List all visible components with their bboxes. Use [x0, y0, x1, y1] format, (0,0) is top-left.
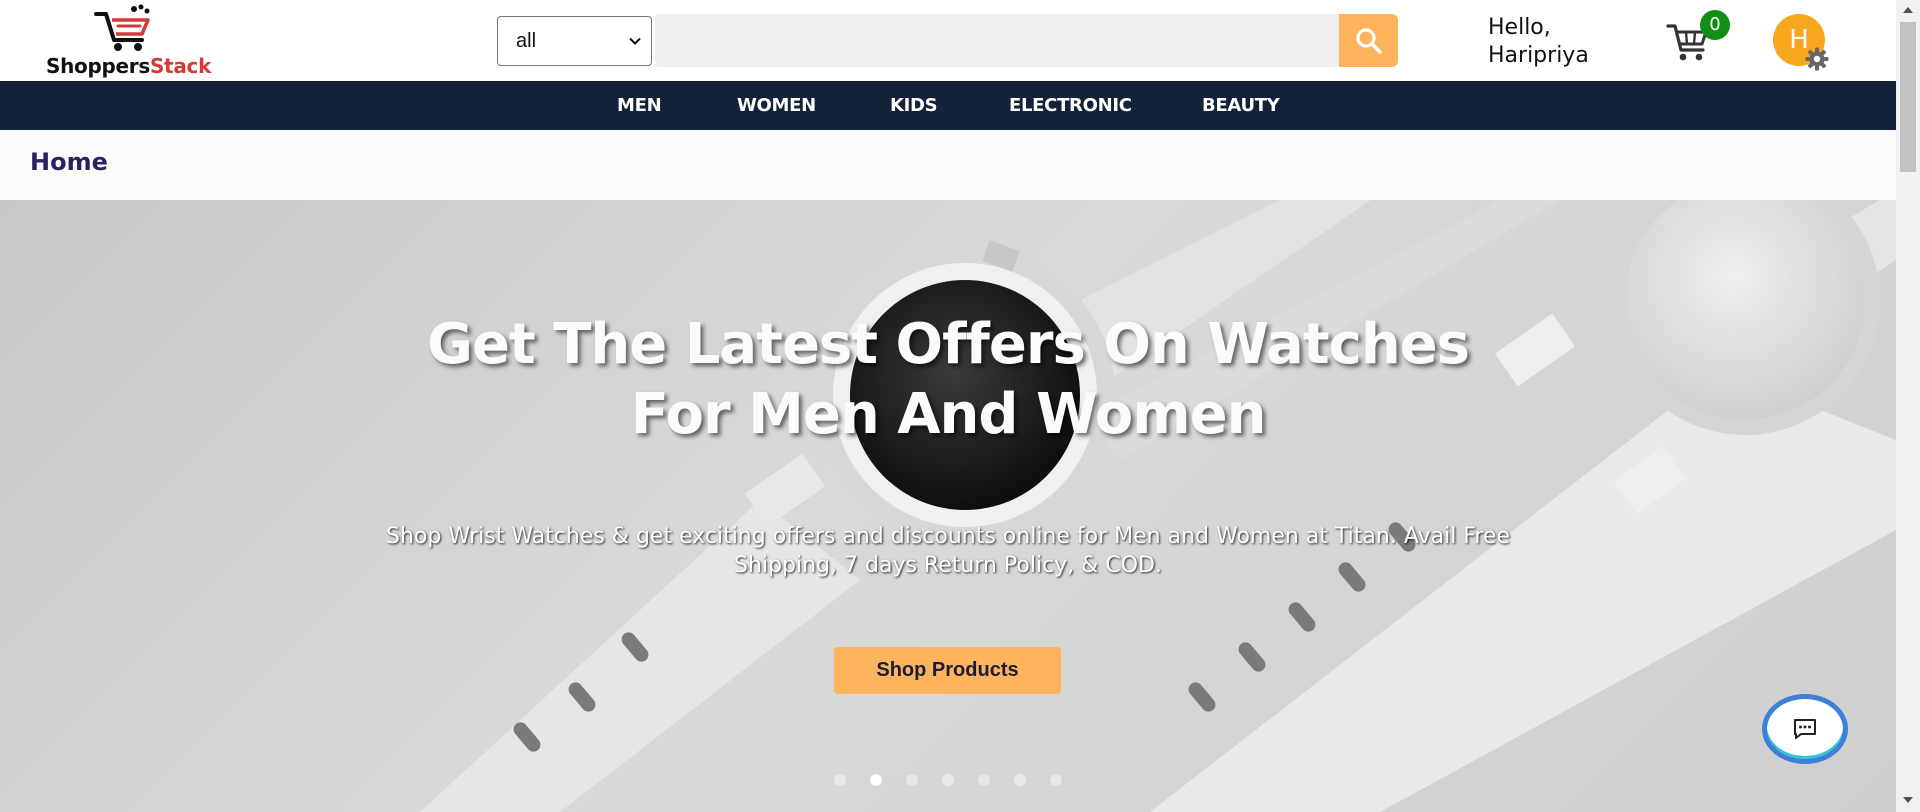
cart-button[interactable]: 0	[1666, 10, 1730, 64]
nav-item-kids[interactable]: KIDS	[890, 81, 938, 130]
gear-icon[interactable]	[1804, 46, 1830, 72]
carousel-indicators	[834, 772, 1064, 788]
search-button[interactable]	[1339, 14, 1398, 67]
hero-subtitle: Shop Wrist Watches & get exciting offers…	[386, 524, 1510, 578]
greeting-line-1: Hello,	[1488, 15, 1551, 40]
category-nav: MEN WOMEN KIDS ELECTRONIC BEAUTY	[0, 81, 1896, 130]
search-input[interactable]	[655, 14, 1339, 67]
carousel-dot-3[interactable]	[906, 774, 918, 786]
scroll-down-arrow-icon[interactable]	[1896, 790, 1920, 810]
watch-banner-image	[420, 200, 1896, 812]
category-select[interactable]: all	[497, 16, 652, 66]
chevron-down-icon	[629, 37, 641, 45]
nav-item-women[interactable]: WOMEN	[737, 81, 816, 130]
top-header: ShoppersStack all Hello, Haripriya 0 H	[0, 0, 1896, 81]
carousel-dot-5[interactable]	[978, 774, 990, 786]
carousel-dot-4[interactable]	[942, 774, 954, 786]
breadcrumb-home[interactable]: Home	[30, 148, 108, 176]
nav-item-electronic[interactable]: ELECTRONIC	[1009, 81, 1132, 130]
category-select-value: all	[516, 30, 537, 52]
breadcrumb: Home	[0, 130, 1896, 200]
nav-item-men[interactable]: MEN	[617, 81, 662, 130]
search-icon	[1355, 27, 1382, 54]
hero-carousel: Get The Latest Offers On Watches For Men…	[0, 200, 1896, 812]
user-greeting: Hello, Haripriya	[1488, 14, 1589, 70]
carousel-dot-7[interactable]	[1050, 774, 1062, 786]
nav-item-beauty[interactable]: BEAUTY	[1202, 81, 1280, 130]
logo-text: ShoppersStack	[46, 54, 211, 78]
vertical-scrollbar[interactable]	[1896, 0, 1920, 812]
shop-products-button[interactable]: Shop Products	[834, 647, 1061, 694]
chat-icon	[1794, 719, 1816, 739]
cart-count-badge: 0	[1700, 10, 1730, 40]
carousel-dot-1[interactable]	[834, 774, 846, 786]
greeting-username: Haripriya	[1488, 43, 1589, 68]
logo-text-stack: Stack	[149, 54, 212, 78]
page: ShoppersStack all Hello, Haripriya 0 H M…	[0, 0, 1896, 812]
logo-text-shoppers: Shoppers	[46, 54, 150, 78]
scrollbar-thumb[interactable]	[1900, 22, 1916, 172]
hero-title: Get The Latest Offers On Watches For Men…	[426, 312, 1470, 447]
carousel-dot-6[interactable]	[1014, 774, 1026, 786]
carousel-dot-2[interactable]	[870, 774, 882, 786]
logo[interactable]: ShoppersStack	[44, 4, 224, 78]
logo-cart-icon	[94, 4, 150, 51]
chat-button[interactable]	[1762, 694, 1848, 764]
scroll-up-arrow-icon[interactable]	[1896, 0, 1920, 20]
